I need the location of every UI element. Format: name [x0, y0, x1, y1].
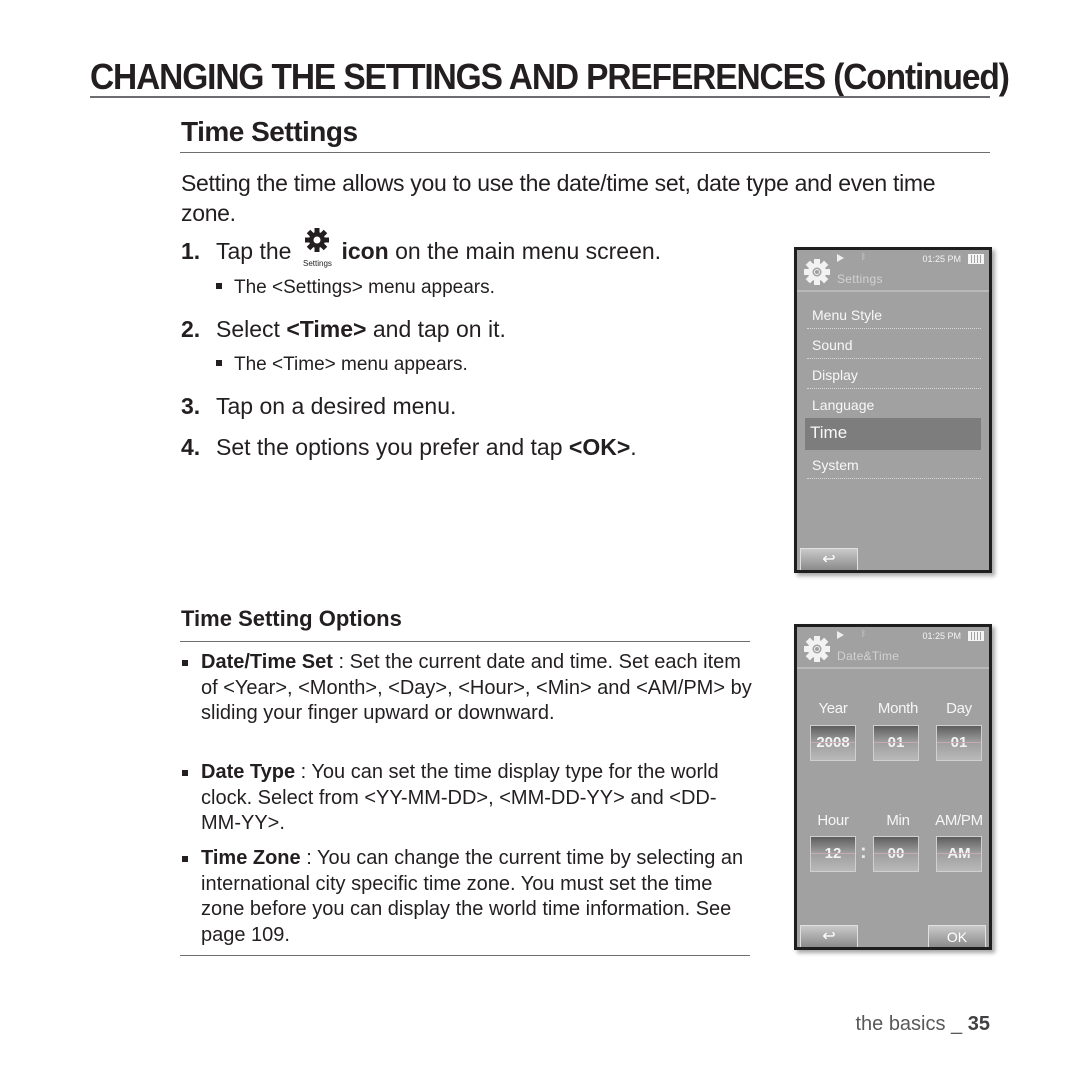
step-number: 3.: [181, 393, 201, 419]
step-number: 4.: [181, 434, 201, 460]
back-arrow-icon: ↩: [822, 928, 836, 945]
bullet-icon: [182, 660, 188, 666]
min-spinner[interactable]: 00: [873, 836, 919, 872]
step-text: Tap on a desired menu.: [216, 393, 457, 419]
step-text: Set the options you prefer and tap: [216, 434, 569, 460]
year-label: Year: [818, 700, 848, 717]
back-button[interactable]: ↩: [800, 925, 858, 947]
options-divider-bottom: [180, 955, 750, 956]
step-number: 2.: [181, 316, 201, 342]
bullet-icon: [182, 856, 188, 862]
option-date-type: Date Type : You can set the time display…: [182, 760, 753, 837]
footer-section: the basics _: [855, 1013, 968, 1035]
step-text: on the main menu screen.: [388, 238, 662, 264]
options-divider-top: [180, 641, 750, 642]
screen-title: Settings: [837, 272, 883, 286]
month-label: Month: [877, 700, 919, 717]
page-number: 35: [967, 1013, 990, 1035]
option-time-zone: Time Zone : You can change the current t…: [182, 846, 753, 948]
day-label: Day: [946, 700, 972, 717]
step-number: 1.: [181, 238, 201, 264]
page-title: CHANGING THE SETTINGS AND PREFERENCES (C…: [90, 56, 1010, 97]
device-screen-date-time: ᛒ 01:25 PM Date&Time Year Month Day 2008…: [794, 624, 992, 950]
play-icon: [837, 631, 844, 639]
section-title: Time Settings: [181, 116, 358, 147]
settings-icon: Settings: [299, 226, 335, 268]
step-4: 4. Set the options you prefer and tap <OK…: [181, 434, 637, 461]
step-3: 3. Tap on a desired menu.: [181, 393, 456, 420]
ampm-label: AM/PM: [935, 812, 983, 829]
step-text: .: [630, 434, 637, 460]
bluetooth-icon: ᛒ: [861, 252, 866, 261]
step-text-bold: <OK>: [568, 434, 631, 460]
year-spinner[interactable]: 2008: [810, 725, 856, 761]
ok-button[interactable]: OK: [928, 925, 986, 947]
step-text-bold: icon: [341, 238, 389, 264]
substep-1: The <Settings> menu appears.: [216, 277, 495, 299]
play-icon: [837, 254, 844, 262]
title-divider: [90, 96, 990, 98]
option-term: Date Type: [201, 761, 296, 783]
substep-2: The <Time> menu appears.: [216, 354, 468, 376]
bluetooth-icon: ᛒ: [861, 629, 866, 638]
status-time: 01:25 PM: [922, 254, 961, 264]
page-footer: the basics _ 35: [855, 1013, 990, 1036]
option-term: Time Zone: [201, 847, 301, 869]
month-spinner[interactable]: 01: [873, 725, 919, 761]
settings-icon-caption: Settings: [303, 259, 332, 268]
menu-item-display[interactable]: Display: [807, 360, 981, 389]
option-date-time-set: Date/Time Set : Set the current date and…: [182, 650, 753, 727]
substep-text: The <Settings> menu appears.: [234, 277, 495, 298]
status-time: 01:25 PM: [922, 631, 961, 641]
device-screen-settings: ᛒ 01:25 PM Settings Menu Style Sound Dis…: [794, 247, 992, 573]
device-header: ᛒ 01:25 PM Date&Time: [797, 627, 989, 669]
gear-icon: [804, 636, 830, 662]
section-divider: [180, 152, 990, 153]
menu-item-system[interactable]: System: [807, 450, 981, 479]
menu-item-time[interactable]: Time: [805, 418, 981, 450]
options-title: Time Setting Options: [181, 606, 402, 631]
battery-icon: [968, 254, 984, 264]
intro-paragraph: Setting the time allows you to use the d…: [181, 170, 936, 226]
bullet-icon: [216, 359, 222, 366]
ampm-spinner[interactable]: AM: [936, 836, 982, 872]
menu-item-sound[interactable]: Sound: [807, 330, 981, 359]
step-2: 2. Select <Time> and tap on it.: [181, 316, 506, 343]
day-spinner[interactable]: 01: [936, 725, 982, 761]
step-1: 1. Tap the Settings icon on the main menu…: [181, 228, 662, 268]
back-button[interactable]: ↩: [800, 548, 858, 570]
step-text: Tap the: [216, 238, 292, 264]
back-arrow-icon: ↩: [822, 551, 836, 568]
option-term: Date/Time Set: [201, 651, 333, 673]
step-text-bold: <Time>: [286, 316, 367, 342]
gear-icon: [804, 259, 830, 285]
device-header: ᛒ 01:25 PM Settings: [797, 250, 989, 292]
menu-item-language[interactable]: Language: [807, 390, 981, 419]
step-text: Select: [216, 316, 287, 342]
substep-text: The <Time> menu appears.: [234, 354, 468, 375]
hour-label: Hour: [817, 812, 849, 829]
step-text: and tap on it.: [366, 316, 506, 342]
menu-item-menu-style[interactable]: Menu Style: [807, 300, 981, 329]
bullet-icon: [216, 282, 222, 289]
hour-spinner[interactable]: 12: [810, 836, 856, 872]
time-separator: :: [860, 841, 867, 863]
min-label: Min: [886, 812, 910, 829]
bullet-icon: [182, 770, 188, 776]
battery-icon: [968, 631, 984, 641]
screen-title: Date&Time: [837, 649, 900, 663]
